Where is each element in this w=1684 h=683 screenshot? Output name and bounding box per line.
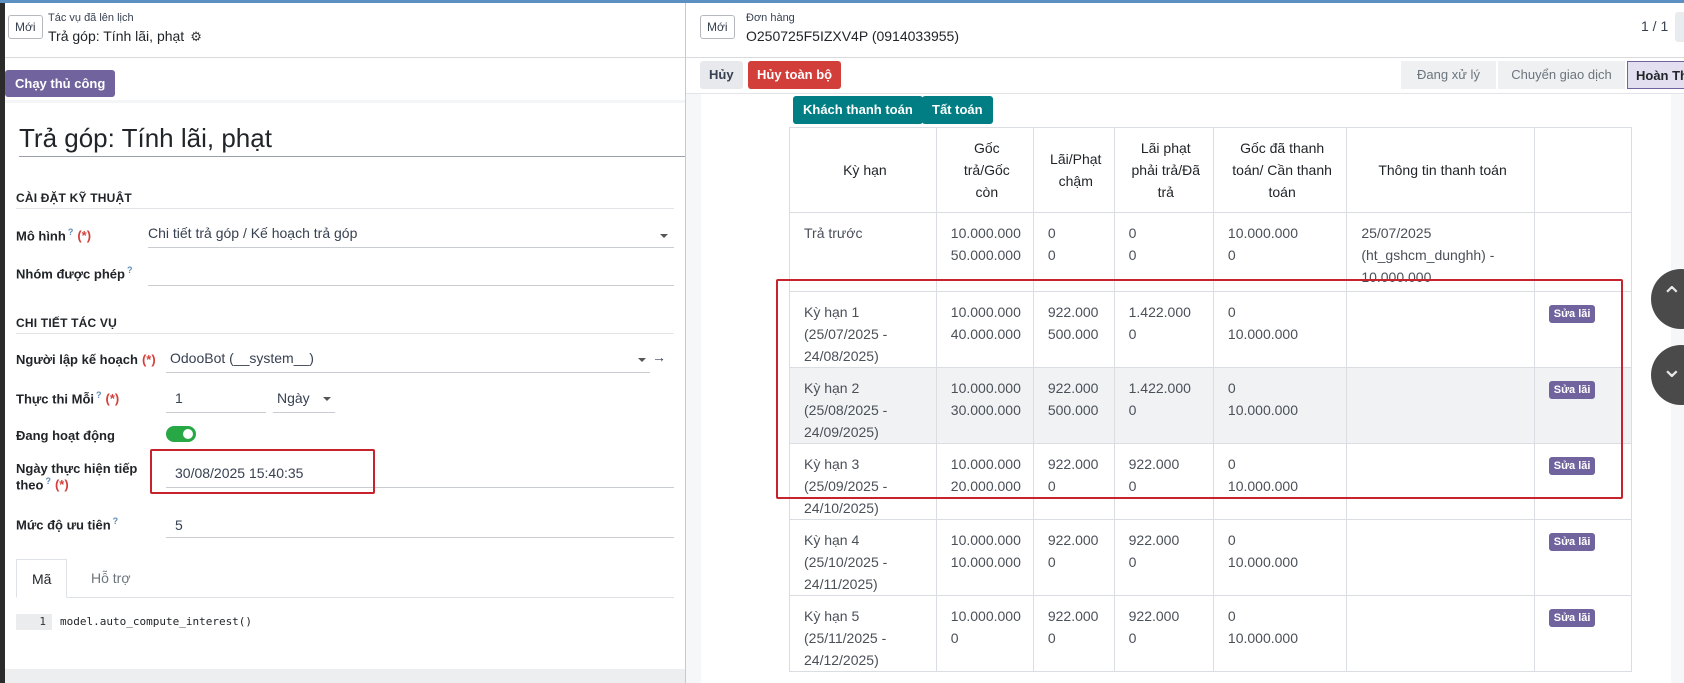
actions-cell: Sửa lãi (1533, 519, 1633, 596)
term-cell: Kỳ hạn 4 (25/10/2025 - 24/11/2025) (789, 519, 937, 596)
interest-cell: 922.000 0 (1032, 595, 1115, 672)
col-penalty: Lãi phạt phải trả/Đã trả (1113, 127, 1214, 213)
actions-cell: Sửa lãi (1533, 595, 1633, 672)
edit-interest-button[interactable]: Sửa lãi (1548, 609, 1596, 627)
section-task-detail: CHI TIẾT TÁC VỤ (16, 316, 117, 330)
next-exec-label: Ngày thực hiện tiếp theo? (*) (16, 461, 137, 492)
principal-cell: 10.000.000 10.000.000 (935, 519, 1034, 596)
title-underline (19, 156, 685, 157)
required-mark: (*) (105, 391, 120, 407)
code-line-number: 1 (16, 614, 52, 630)
group-label: Nhóm được phép? (16, 265, 133, 282)
table-row[interactable]: Kỳ hạn 4 (25/10/2025 - 24/11/2025) 10.00… (789, 519, 1633, 596)
stage-processing[interactable]: Đang xử lý (1401, 61, 1496, 89)
arrow-right-icon[interactable]: → (652, 349, 666, 365)
model-underline (148, 247, 674, 248)
priority-label: Mức độ ưu tiên? (16, 516, 119, 533)
payment-info-cell (1346, 595, 1535, 672)
planner-value[interactable]: OdooBot (__system__) (170, 350, 314, 366)
highlight-box (776, 279, 1623, 499)
cancel-all-button[interactable]: Hủy toàn bộ (748, 61, 842, 89)
breadcrumb-parent[interactable]: Tác vụ đã lên lịch (48, 12, 134, 24)
code-editor-line[interactable]: model.auto_compute_interest() (60, 614, 252, 630)
chevron-down-icon[interactable] (638, 358, 646, 362)
cancel-button[interactable]: Hủy (700, 61, 743, 89)
chevron-down-icon: ⌄ (1661, 353, 1683, 383)
tab-help[interactable]: Hỗ trợ (76, 559, 146, 598)
term-cell: Kỳ hạn 5 (25/11/2025 - 24/12/2025) (789, 595, 937, 672)
tab-code[interactable]: Mã (16, 559, 68, 598)
help-icon: ? (45, 476, 51, 486)
priority-input[interactable]: 5 (175, 517, 183, 533)
section-technical: CÀI ĐẶT KỸ THUẬT (16, 191, 132, 205)
col-payment-info: Thông tin thanh toán (1346, 127, 1535, 213)
breadcrumb-current: Trả góp: Tính lãi, phạt ⚙ (48, 28, 202, 45)
section-divider (16, 208, 674, 209)
col-paid: Gốc đã thanh toán/ Cần thanh toán (1212, 127, 1348, 213)
breadcrumb-parent[interactable]: Đơn hàng (746, 12, 795, 24)
gear-icon[interactable]: ⚙ (190, 29, 202, 45)
order-form-pane: Mới Đơn hàng O250725F5IZXV4P (0914033955… (685, 3, 1684, 683)
pager-value[interactable]: 1 / 1 (1641, 18, 1668, 34)
scheduled-action-form: Mới Tác vụ đã lên lịch Trả góp: Tính lãi… (5, 3, 685, 683)
col-interest: Lãi/Phạt chậm (1032, 127, 1115, 213)
interval-unit-select[interactable]: Ngày (277, 390, 310, 406)
right-control-panel: Mới Đơn hàng O250725F5IZXV4P (0914033955… (686, 3, 1684, 58)
customer-pay-button[interactable]: Khách thanh toán (793, 96, 923, 124)
run-manually-button[interactable]: Chạy thủ công (5, 70, 116, 97)
priority-underline (166, 537, 674, 538)
help-icon: ? (96, 390, 102, 400)
required-mark: (*) (77, 228, 92, 244)
left-control-panel: Mới Tác vụ đã lên lịch Trả góp: Tính lãi… (5, 3, 685, 58)
penalty-cell: 922.000 0 (1113, 519, 1214, 596)
interval-number-input[interactable]: 1 (175, 390, 183, 406)
help-icon: ? (112, 516, 119, 526)
col-term: Kỳ hạn (789, 127, 937, 213)
active-toggle[interactable] (166, 426, 196, 442)
model-label: Mô hình? (*) (16, 227, 92, 244)
table-header-row: Kỳ hạn Gốc trả/Gốc còn Lãi/Phạt chậm Lãi… (789, 127, 1633, 213)
stage-complete[interactable]: Hoàn Th (1627, 61, 1684, 89)
col-principal: Gốc trả/Gốc còn (935, 127, 1034, 213)
interval-underline (166, 412, 266, 413)
settle-button[interactable]: Tất toán (922, 96, 993, 124)
chevron-down-icon[interactable] (660, 234, 668, 238)
interval-unit-underline (273, 412, 335, 413)
every-label: Thực thi Mỗi? (*) (16, 390, 120, 407)
section-divider (16, 333, 674, 334)
left-footer (5, 669, 685, 683)
stage-transfer[interactable]: Chuyển giao dịch (1498, 61, 1625, 89)
planner-underline (166, 372, 650, 373)
new-button[interactable]: Mới (700, 15, 735, 39)
principal-cell: 10.000.000 0 (935, 595, 1034, 672)
breadcrumb-current-label: Trả góp: Tính lãi, phạt (48, 28, 185, 44)
edit-interest-button[interactable]: Sửa lãi (1548, 533, 1596, 551)
breadcrumb-current: O250725F5IZXV4P (0914033955) (746, 28, 960, 44)
help-icon: ? (67, 227, 74, 237)
highlight-box (150, 449, 375, 494)
page-title[interactable]: Trả góp: Tính lãi, phạt (19, 123, 272, 154)
penalty-cell: 922.000 0 (1113, 595, 1214, 672)
chevron-down-icon[interactable] (323, 397, 331, 401)
pager-next-button[interactable] (1675, 12, 1684, 42)
required-mark: (*) (54, 477, 69, 493)
required-mark: (*) (141, 352, 156, 367)
col-actions (1533, 127, 1633, 213)
chevron-up-icon: ⌃ (1661, 281, 1683, 311)
table-row[interactable]: Kỳ hạn 5 (25/11/2025 - 24/12/2025) 10.00… (789, 595, 1633, 672)
next-exec-label-line1: Ngày thực hiện tiếp (16, 461, 138, 476)
group-field[interactable] (148, 285, 674, 286)
new-button[interactable]: Mới (8, 15, 43, 39)
interest-cell: 922.000 0 (1032, 519, 1115, 596)
payment-info-cell (1346, 519, 1535, 596)
active-label: Đang hoạt động (16, 428, 115, 443)
paid-cell: 0 10.000.000 (1212, 595, 1348, 672)
next-exec-label-line2: theo (16, 477, 44, 493)
model-value[interactable]: Chi tiết trả góp / Kế hoạch trả góp (148, 225, 357, 241)
help-icon: ? (126, 265, 133, 275)
planner-label: Người lập kế hoạch (*) (16, 352, 156, 367)
notebook-tabs: Mã Hỗ trợ (16, 559, 674, 598)
paid-cell: 0 10.000.000 (1212, 519, 1348, 596)
